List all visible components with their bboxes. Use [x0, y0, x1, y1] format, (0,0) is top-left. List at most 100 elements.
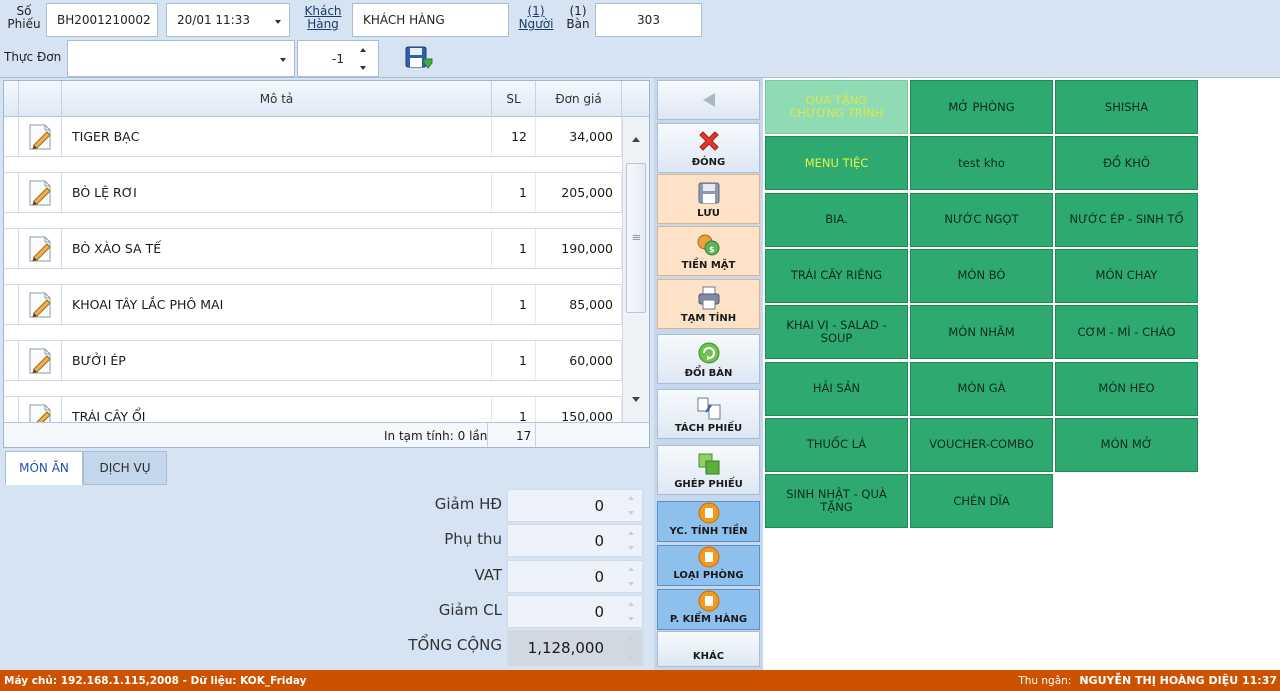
category-tile[interactable]: BIA. — [765, 192, 908, 247]
table-row[interactable]: BÒ XÀO SA TẾ 1 190,000 — [4, 229, 622, 285]
change-table-button[interactable]: ĐỔI BÀN — [657, 334, 760, 384]
row-selector[interactable] — [4, 285, 19, 325]
category-tile[interactable]: HẢI SẢN — [765, 361, 908, 416]
close-button[interactable]: ĐÓNG — [657, 123, 760, 173]
total-value-field: 1,128,000 — [507, 630, 643, 666]
spin-up-icon[interactable] — [628, 496, 634, 500]
split-bill-button[interactable]: TÁCH PHIẾU — [657, 389, 760, 439]
edit-row-button[interactable] — [19, 229, 62, 269]
save-button[interactable]: LƯU — [657, 174, 760, 224]
category-tile[interactable]: THUỐC LÁ — [765, 417, 908, 472]
spin-up-icon[interactable] — [628, 567, 634, 571]
collapse-button[interactable] — [657, 80, 760, 120]
category-tile[interactable]: MENU TIỆC — [765, 136, 908, 191]
request-bill-button[interactable]: YC. TÍNH TIỀN — [657, 501, 760, 542]
edit-row-button[interactable] — [19, 173, 62, 213]
tab-service[interactable]: DỊCH VỤ — [83, 451, 167, 485]
table-row[interactable]: TIGER BẠC 12 34,000 — [4, 117, 622, 173]
edit-row-button[interactable] — [19, 285, 62, 325]
total-value-field[interactable]: 0 — [507, 560, 643, 593]
merge-bill-button[interactable]: GHÉP PHIẾU — [657, 445, 760, 495]
category-tile[interactable]: test kho — [910, 136, 1053, 191]
temp-bill-label: TẠM TÍNH — [680, 313, 737, 324]
total-label: Giảm CL — [438, 601, 502, 619]
table-row[interactable]: KHOAI TÂY LẮC PHÔ MAI 1 85,000 — [4, 285, 622, 341]
category-tile[interactable]: CHÉN DĨA — [910, 474, 1053, 529]
room-type-button[interactable]: LOẠI PHÒNG — [657, 545, 760, 586]
category-tile[interactable]: MÓN CHAY — [1055, 248, 1198, 303]
total-label: Phụ thu — [444, 530, 502, 548]
category-tile[interactable]: MÓN GÀ — [910, 361, 1053, 416]
guest-count[interactable]: (1) Người — [516, 5, 556, 31]
so-phieu-label: Số Phiếu — [7, 4, 41, 31]
floppy-icon — [698, 182, 719, 204]
check-goods-button[interactable]: P. KIỂM HÀNG — [657, 589, 760, 630]
scroll-up-icon[interactable] — [632, 137, 640, 142]
tab-food[interactable]: MÓN ĂN — [5, 451, 83, 485]
category-tile[interactable]: KHAI VỊ - SALAD - SOUP — [765, 305, 908, 360]
table-row[interactable]: BÒ LỆ RƠI 1 205,000 — [4, 173, 622, 229]
row-qty: 1 — [492, 229, 536, 269]
so-phieu-field[interactable]: BH2001210002 — [46, 3, 158, 37]
column-header-qty[interactable]: SL — [492, 81, 536, 117]
edit-row-button[interactable] — [19, 341, 62, 381]
cash-button[interactable]: $ TIỀN MẶT — [657, 226, 760, 276]
spin-down-icon[interactable] — [628, 617, 634, 621]
category-tile[interactable]: ĐỒ KHÔ — [1055, 136, 1198, 191]
category-tile[interactable]: MỞ PHÒNG — [910, 80, 1053, 134]
table-row[interactable]: BƯỞI ÉP 1 60,000 — [4, 341, 622, 397]
row-selector[interactable] — [4, 341, 19, 381]
refresh-icon — [698, 342, 719, 364]
category-tile[interactable]: MÓN MỞ — [1055, 417, 1198, 472]
table-label: Bàn — [566, 17, 590, 31]
chevron-down-icon[interactable] — [280, 58, 286, 62]
column-header-desc[interactable]: Mô tả — [62, 81, 492, 117]
category-tile[interactable]: CƠM - MÌ - CHÁO — [1055, 305, 1198, 360]
other-button[interactable]: KHÁC — [657, 631, 760, 667]
spin-up-icon[interactable] — [628, 637, 634, 641]
scroll-down-icon[interactable] — [632, 397, 640, 402]
chevron-down-icon[interactable] — [275, 20, 281, 24]
spin-down-icon[interactable] — [628, 511, 634, 515]
category-tile[interactable]: VOUCHER-COMBO — [910, 417, 1053, 472]
spin-up-icon[interactable] — [628, 531, 634, 535]
total-qty: 17 — [516, 429, 532, 443]
thuc-don-select[interactable] — [67, 40, 295, 77]
save-menu-icon[interactable] — [404, 45, 434, 71]
spin-down-icon[interactable] — [628, 546, 634, 550]
row-selector[interactable] — [4, 117, 19, 157]
datetime-picker[interactable]: 20/01 11:33 — [166, 3, 290, 37]
category-tile[interactable]: SHISHA — [1055, 80, 1198, 134]
edit-row-button[interactable] — [19, 117, 62, 157]
spin-down-icon[interactable] — [628, 655, 634, 659]
category-tile[interactable]: MÓN HEO — [1055, 361, 1198, 416]
total-value-field[interactable]: 0 — [507, 489, 643, 522]
category-tile[interactable]: NƯỚC NGỌT — [910, 192, 1053, 247]
temp-bill-button[interactable]: TẠM TÍNH — [657, 279, 760, 329]
vertical-scrollbar[interactable] — [622, 117, 649, 422]
stepper-up-icon[interactable] — [360, 48, 366, 52]
row-selector[interactable] — [4, 173, 19, 213]
khach-hang-link[interactable]: Khách Hàng — [302, 5, 344, 31]
guest-label[interactable]: Người — [516, 18, 556, 31]
row-name: BÒ XÀO SA TẾ — [62, 229, 492, 269]
quantity-stepper[interactable]: -1 — [297, 40, 379, 77]
category-tile[interactable]: MÓN NHÃM — [910, 305, 1053, 360]
column-header-price[interactable]: Đơn giá — [536, 81, 622, 117]
category-tile[interactable]: NƯỚC ÉP - SINH TỐ — [1055, 192, 1198, 247]
table-row[interactable]: TRÁI CÂY ỔI 1 150,000 — [4, 397, 622, 447]
category-tile[interactable]: QUÀ TẶNG CHƯƠNG TRÌNH — [765, 80, 908, 134]
table-field[interactable]: 303 — [595, 3, 702, 37]
spin-down-icon[interactable] — [628, 582, 634, 586]
total-value-field[interactable]: 0 — [507, 524, 643, 557]
stepper-down-icon[interactable] — [360, 66, 366, 70]
spin-up-icon[interactable] — [628, 602, 634, 606]
category-tile[interactable]: MÓN BÒ — [910, 248, 1053, 303]
split-icon — [697, 397, 720, 420]
total-value-field[interactable]: 0 — [507, 595, 643, 628]
row-selector[interactable] — [4, 229, 19, 269]
scroll-thumb[interactable] — [626, 163, 646, 313]
khach-hang-field[interactable]: KHÁCH HÀNG — [352, 3, 509, 37]
category-tile[interactable]: TRÁI CÂY RIÊNG — [765, 248, 908, 303]
category-tile[interactable]: SINH NHẬT - QUÀ TẶNG — [765, 474, 908, 529]
